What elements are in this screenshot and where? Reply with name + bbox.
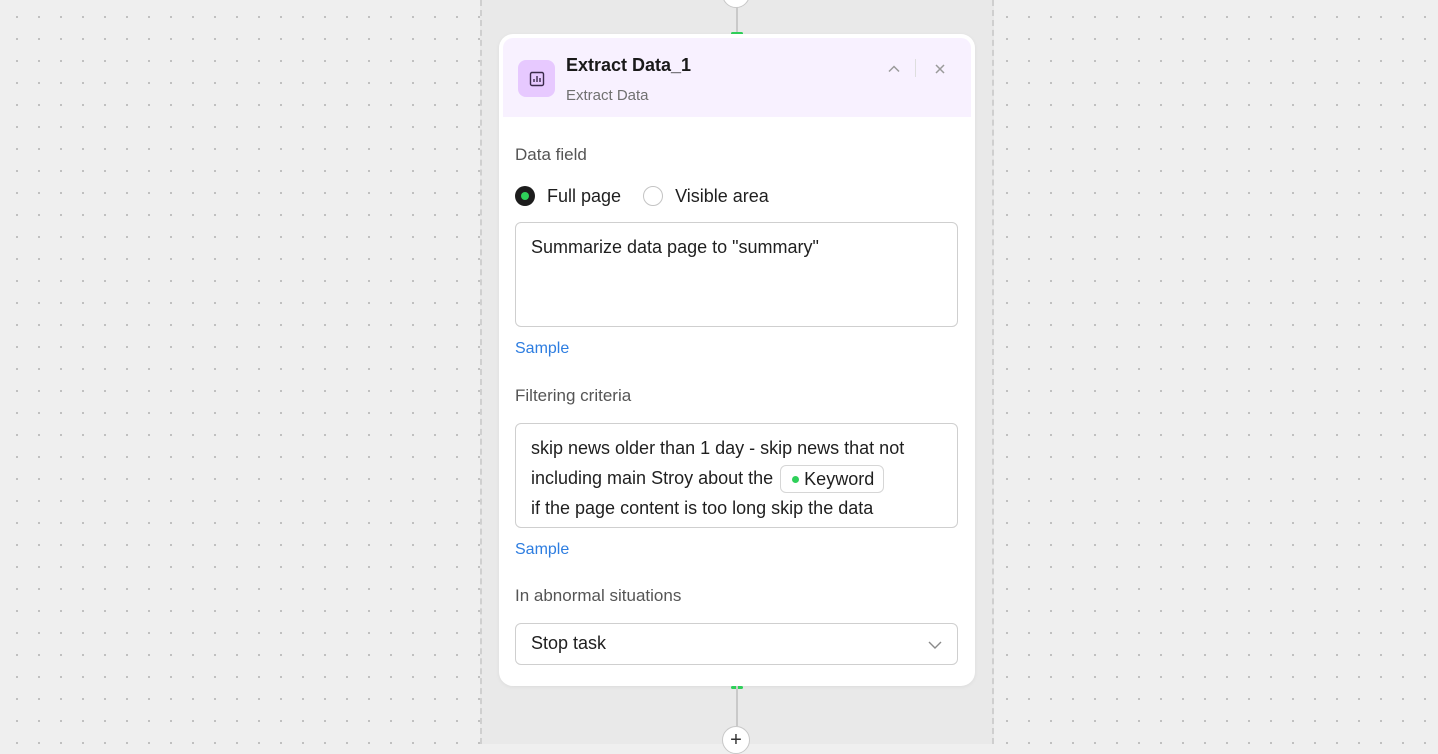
bar-chart-icon: [518, 60, 555, 97]
data-field-label: Data field: [515, 145, 587, 164]
radio-option-full-page[interactable]: Full page: [515, 186, 621, 207]
abnormal-situations-select[interactable]: Stop task: [515, 623, 958, 665]
radio-checked-icon[interactable]: [515, 186, 535, 206]
keyword-chip-label: Keyword: [804, 469, 875, 490]
data-field-text: Summarize data page to "summary": [531, 237, 819, 257]
data-field-sample-link[interactable]: Sample: [515, 340, 569, 358]
plus-icon: +: [730, 0, 742, 4]
data-field-radio-group: Full page Visible area: [515, 184, 791, 208]
close-button[interactable]: [929, 58, 951, 80]
collapse-button[interactable]: [883, 58, 905, 80]
filter-line-2: including main Stroy about the Keyword: [531, 463, 942, 494]
radio-unchecked-icon[interactable]: [643, 186, 664, 206]
radio-option-visible-area[interactable]: Visible area: [643, 186, 769, 207]
node-title: Extract Data_1: [566, 55, 692, 75]
connector-line-bottom: [736, 686, 738, 726]
abnormal-situations-label: In abnormal situations: [515, 586, 682, 605]
filtering-criteria-textarea[interactable]: skip news older than 1 day - skip news t…: [515, 423, 958, 528]
node-subtitle: Extract Data: [566, 87, 649, 104]
extract-data-node-card[interactable]: Extract Data_1 Extract Data Data field F…: [499, 34, 975, 686]
filtering-criteria-label: Filtering criteria: [515, 386, 632, 405]
node-header: Extract Data_1 Extract Data: [503, 38, 971, 117]
add-step-button-bottom[interactable]: +: [722, 726, 750, 754]
select-value: Stop task: [531, 633, 607, 653]
filter-line-3: if the page content is too long skip the…: [531, 498, 874, 519]
chevron-down-icon: [928, 641, 942, 649]
variable-dot-icon: [792, 475, 800, 483]
chevron-up-icon: [888, 65, 900, 73]
filter-line-2-text: including main Stroy about the: [531, 468, 774, 488]
radio-label-full-page: Full page: [547, 185, 622, 206]
filtering-sample-link[interactable]: Sample: [515, 541, 569, 559]
keyword-variable-chip[interactable]: Keyword: [780, 465, 885, 494]
plus-icon: +: [730, 729, 742, 751]
data-field-textarea[interactable]: Summarize data page to "summary": [515, 222, 958, 327]
filter-line-1: skip news older than 1 day - skip news t…: [531, 438, 905, 458]
header-divider: [915, 59, 916, 77]
close-icon: [935, 64, 945, 74]
radio-label-visible-area: Visible area: [675, 185, 769, 206]
